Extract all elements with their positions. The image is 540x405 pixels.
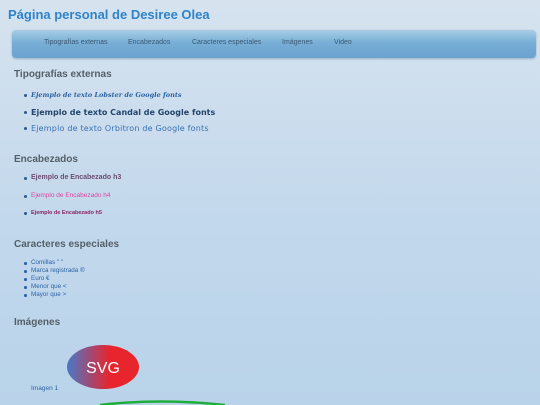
heading-h5-example: Ejemplo de Encabezado h5 xyxy=(31,210,102,216)
list-bullet xyxy=(24,127,27,130)
section-heading-caracteres: Caracteres especiales xyxy=(14,239,120,250)
list-bullet xyxy=(24,177,27,180)
svg-logo-image: SVG xyxy=(67,345,139,389)
green-shape-image xyxy=(99,400,226,405)
list-bullet xyxy=(24,111,27,114)
nav-item-encabezados[interactable]: Encabezados xyxy=(128,39,170,46)
svg-image-text: SVG xyxy=(86,360,120,377)
section-heading-encabezados: Encabezados xyxy=(14,154,78,165)
list-item: Mayor que > xyxy=(24,291,85,299)
main-navbar: Tipografías externas Encabezados Caracte… xyxy=(12,30,536,58)
nav-item-tipografias[interactable]: Tipografías externas xyxy=(44,39,108,46)
nav-item-caracteres[interactable]: Caracteres especiales xyxy=(192,39,261,46)
list-bullet xyxy=(24,195,27,198)
heading-h3-example: Ejemplo de Encabezado h3 xyxy=(31,174,122,181)
candal-example: Ejemplo de texto Candal de Google fonts xyxy=(31,108,216,117)
heading-h4-example: Ejemplo de Encabezado h4 xyxy=(31,192,111,199)
special-characters-list: Comillas " " Marca registrada ® Euro € M… xyxy=(24,259,85,299)
list-bullet xyxy=(24,94,27,97)
list-item: Comillas " " xyxy=(24,259,85,267)
nav-item-video[interactable]: Video xyxy=(334,39,352,46)
list-item: Euro € xyxy=(24,275,85,283)
section-heading-tipografias: Tipografías externas xyxy=(14,69,112,80)
lobster-example: Ejemplo de texto Lobster de Google fonts xyxy=(31,91,182,99)
image-caption: Imagen 1 xyxy=(31,385,59,392)
list-item: Marca registrada ® xyxy=(24,267,85,275)
orbitron-example: Ejemplo de texto Orbitron de Google font… xyxy=(31,124,209,133)
list-bullet xyxy=(24,212,27,215)
nav-item-imagenes[interactable]: Imágenes xyxy=(282,39,313,46)
list-item: Menor que < xyxy=(24,283,85,291)
page-title: Página personal de Desiree Olea xyxy=(8,7,210,22)
section-heading-imagenes: Imágenes xyxy=(14,317,61,328)
